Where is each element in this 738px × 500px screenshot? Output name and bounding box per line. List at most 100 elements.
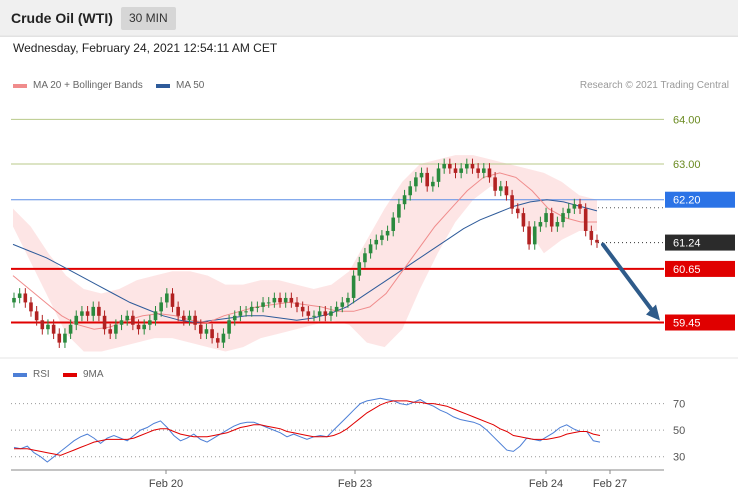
candle-body: [176, 306, 180, 316]
candle-body: [46, 324, 50, 330]
candle-body: [23, 293, 28, 303]
candle-body: [368, 244, 373, 254]
candle-body: [148, 320, 152, 325]
candle-body: [408, 186, 413, 196]
candle-body: [487, 168, 492, 178]
candle-body: [334, 306, 339, 312]
candle-body: [12, 297, 16, 303]
candle-body: [85, 311, 90, 316]
candle-body: [57, 333, 62, 343]
candle-body: [272, 297, 277, 303]
candle-body: [210, 329, 214, 339]
candle-body: [63, 333, 67, 343]
candle-body: [414, 177, 418, 187]
candle-body: [340, 302, 345, 307]
candle-body: [589, 230, 594, 240]
price-label-64-00: 64.00: [673, 114, 701, 126]
candle-body: [357, 262, 362, 276]
price-tag-62-20: 62.20: [673, 195, 701, 207]
candle-body: [329, 311, 333, 316]
candle-body: [266, 302, 271, 304]
candle-body: [561, 213, 565, 223]
x-label: Feb 20: [149, 478, 183, 490]
candle-body: [227, 320, 231, 334]
candle-body: [465, 163, 469, 169]
candle-body: [108, 329, 113, 334]
candle-body: [232, 315, 237, 321]
candle-body: [436, 168, 441, 182]
candle-body: [283, 297, 288, 303]
candle-body: [91, 306, 96, 316]
candle-body: [402, 195, 407, 205]
candle-body: [481, 168, 486, 173]
candle-body: [498, 186, 503, 191]
candle-body: [595, 239, 599, 243]
candle-body: [453, 168, 458, 173]
candle-body: [317, 311, 322, 316]
candle-body: [193, 315, 197, 325]
candle-body: [374, 239, 379, 245]
candle-body: [198, 324, 203, 334]
candle-body: [544, 213, 548, 223]
rsi-tick-70: 70: [673, 399, 685, 411]
candle-body: [51, 324, 56, 334]
candle-body: [385, 230, 390, 236]
projection-arrow: [601, 242, 655, 314]
candle-body: [493, 177, 497, 191]
price-tag-60-65: 60.65: [673, 264, 701, 276]
candle-body: [425, 172, 429, 187]
candle-body: [312, 315, 316, 317]
candle-body: [29, 302, 33, 312]
candle-body: [125, 315, 130, 321]
candle-body: [351, 275, 356, 298]
candle-body: [583, 208, 588, 231]
candle-body: [448, 163, 452, 169]
rsi-tick-30: 30: [673, 452, 685, 464]
candle-body: [204, 329, 209, 334]
x-label: Feb 23: [338, 478, 372, 490]
candle-body: [470, 163, 475, 169]
candle-body: [97, 306, 101, 316]
x-label: Feb 24: [529, 478, 563, 490]
candle-body: [504, 186, 509, 196]
candle-body: [306, 311, 311, 316]
candle-body: [114, 324, 118, 334]
candle-body: [419, 172, 424, 178]
candle-body: [566, 208, 571, 214]
candle-body: [68, 324, 73, 334]
candle-body: [142, 324, 146, 330]
candle-body: [459, 168, 463, 173]
candle-body: [261, 302, 265, 307]
candle-body: [363, 253, 367, 263]
candle-body: [521, 213, 526, 227]
candle-body: [17, 293, 22, 298]
candle-body: [238, 311, 243, 316]
candle-body: [153, 311, 158, 321]
price-tag-61-24: 61.24: [673, 238, 701, 250]
candle-body: [515, 208, 520, 214]
candle-body: [289, 297, 294, 303]
candle-body: [119, 320, 124, 325]
candle-body: [34, 311, 39, 321]
candle-body: [431, 181, 435, 187]
candle-body: [187, 315, 192, 321]
candle-body: [136, 324, 141, 330]
candle-body: [538, 222, 543, 227]
candle-body: [397, 204, 401, 218]
candle-body: [527, 226, 531, 245]
candle-body: [278, 297, 282, 303]
candle-body: [346, 297, 350, 303]
candle-body: [323, 311, 328, 316]
candle-body: [182, 315, 186, 321]
candle-body: [380, 235, 384, 240]
price-tag-59-45: 59.45: [673, 318, 701, 330]
candle-body: [476, 168, 480, 173]
candle-body: [300, 306, 305, 312]
candle-body: [255, 306, 260, 308]
chart-svg: 64.00 63.00 62.20 61.24 60.65 59.45 70 50 30 Feb …: [0, 35, 738, 490]
candle-body: [165, 293, 169, 303]
candle-body: [131, 315, 135, 325]
candle-body: [510, 195, 514, 209]
rsi-tick-50: 50: [673, 425, 685, 437]
candle-body: [555, 222, 560, 227]
